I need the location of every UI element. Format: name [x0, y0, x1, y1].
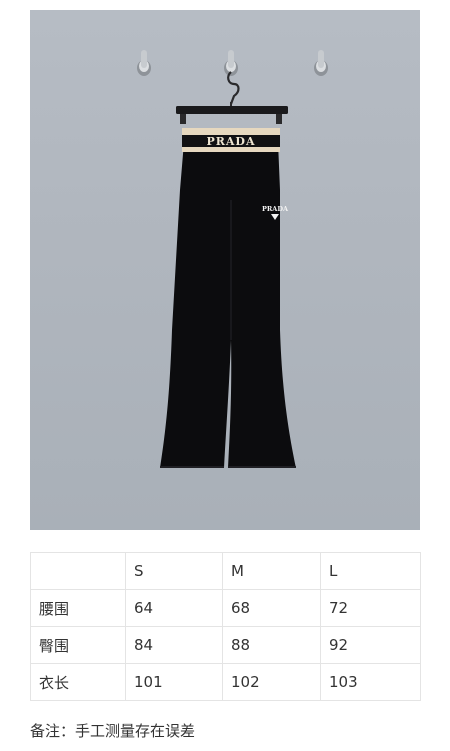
table-cell: 84 [125, 626, 223, 664]
trousers [160, 142, 296, 468]
waistband: PRADA [182, 128, 280, 152]
wall-hook-left [137, 50, 151, 76]
row-label: 衣长 [30, 663, 126, 701]
row-label: 臀围 [30, 626, 126, 664]
table-header-row: S M L [30, 552, 421, 590]
row-label: 腰围 [30, 589, 126, 627]
measurement-note: 备注：手工测量存在误差 [30, 722, 196, 740]
product-photo: PRADA PRADA [30, 10, 420, 530]
table-cell: 72 [320, 589, 421, 627]
size-table: S M L 腰围 64 68 72 臀围 84 88 92 衣长 101 102… [30, 552, 421, 701]
header-cell [30, 552, 126, 590]
header-cell: L [320, 552, 421, 590]
logo-text: PRADA [262, 205, 289, 213]
table-row: 臀围 84 88 92 [30, 626, 421, 664]
table-cell: 92 [320, 626, 421, 664]
table-row: 衣长 101 102 103 [30, 663, 421, 701]
table-cell: 101 [125, 663, 223, 701]
header-cell: M [222, 552, 321, 590]
table-row: 腰围 64 68 72 [30, 589, 421, 627]
table-cell: 64 [125, 589, 223, 627]
product-photo-illustration: PRADA PRADA [137, 50, 328, 468]
hanger [176, 71, 288, 124]
wall-hook-right [314, 50, 328, 76]
table-cell: 88 [222, 626, 321, 664]
table-cell: 102 [222, 663, 321, 701]
header-cell: S [125, 552, 223, 590]
table-cell: 103 [320, 663, 421, 701]
waistband-text: PRADA [206, 135, 255, 148]
table-cell: 68 [222, 589, 321, 627]
